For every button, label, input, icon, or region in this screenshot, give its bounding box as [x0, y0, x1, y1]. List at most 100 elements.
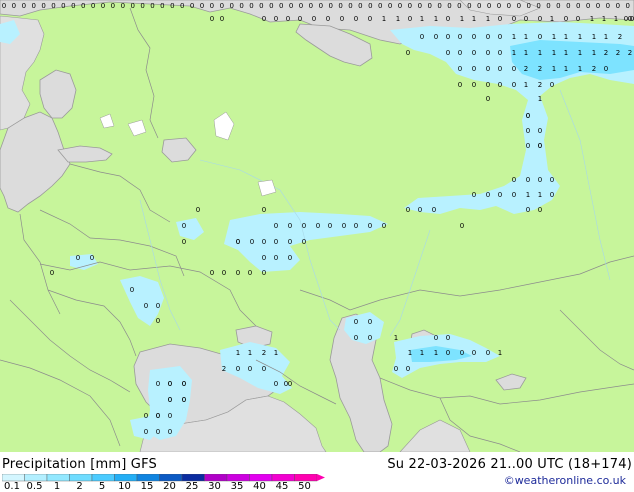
precip-value-label: 0 [354, 15, 358, 23]
precip-value-label: 0 [538, 176, 542, 184]
credit-link[interactable]: ©weatheronline.co.uk [504, 474, 626, 487]
precip-value-label: 0 [288, 238, 292, 246]
precip-value-label: 0 [458, 65, 462, 73]
precip-value-label: 0 [446, 49, 450, 57]
precip-value-label: 0 [458, 81, 462, 89]
precip-value-label: 0 [378, 2, 382, 10]
precip-value-label: 0 [319, 2, 323, 10]
precip-value-label: 0 [338, 2, 342, 10]
precip-value-label: 0 [220, 15, 224, 23]
precip-value-label: 0 [222, 269, 226, 277]
precip-value-label: 2 [262, 349, 266, 357]
precip-value-label: 0 [180, 2, 184, 10]
precip-value-label: 0 [368, 318, 372, 326]
precip-value-label: 0 [302, 238, 306, 246]
precip-value-label: 0 [486, 349, 490, 357]
precip-value-label: 0 [472, 65, 476, 73]
precip-value-label: 1 [592, 49, 596, 57]
precip-value-label: 0 [196, 206, 200, 214]
precip-value-label: 1 [524, 81, 528, 89]
precip-value-label: 0 [274, 238, 278, 246]
precip-value-label: 0 [279, 2, 283, 10]
precip-value-label: 0 [144, 412, 148, 420]
precip-value-label: 0 [486, 191, 490, 199]
precip-value-label: 0 [182, 238, 186, 246]
precip-value-label: 0 [507, 2, 511, 10]
precip-value-label: 0 [427, 2, 431, 10]
precip-value-label: 0 [408, 15, 412, 23]
precip-value-label: 0 [182, 396, 186, 404]
precip-value-label: 1 [394, 334, 398, 342]
precip-value-label: 0 [71, 2, 75, 10]
map-title: Precipitation [mm] GFS [2, 457, 157, 472]
precip-value-label: 0 [418, 206, 422, 214]
precip-value-label: 1 [460, 15, 464, 23]
precip-value-label: 0 [354, 334, 358, 342]
legend-arrow [317, 474, 325, 481]
legend-swatch [136, 474, 160, 482]
precip-value-label: 1 [420, 349, 424, 357]
precip-value-label: 0 [249, 2, 253, 10]
precip-value-label: 0 [200, 2, 204, 10]
precip-value-label: 0 [354, 318, 358, 326]
precip-value-label: 0 [41, 2, 45, 10]
precip-value-label: 0 [576, 2, 580, 10]
precip-value-label: 0 [472, 191, 476, 199]
precip-value-label: 0 [576, 15, 580, 23]
precip-value-label: 1 [578, 65, 582, 73]
precip-value-label: 1 [512, 33, 516, 41]
precip-value-label: 0 [12, 2, 16, 10]
legend-tick-label: 2 [76, 481, 83, 492]
precip-value-label: 0 [460, 349, 464, 357]
precip-value-label: 1 [564, 33, 568, 41]
precip-value-label: 0 [50, 269, 54, 277]
precip-value-label: 0 [446, 334, 450, 342]
precip-value-label: 0 [368, 2, 372, 10]
precip-value-label: 0 [437, 2, 441, 10]
legend-tick-label: 10 [118, 481, 131, 492]
precip-value-label: 0 [269, 2, 273, 10]
precip-value-label: 0 [90, 254, 94, 262]
precip-value-label: 1 [578, 33, 582, 41]
precip-value-label: 0 [210, 2, 214, 10]
precip-value-label: 1 [526, 191, 530, 199]
precipitation-map: 0000000000000000000000000000000000000000… [0, 0, 634, 452]
precip-value-label: 0 [498, 65, 502, 73]
precip-value-label: 0 [262, 206, 266, 214]
precip-value-label: 0 [144, 302, 148, 310]
precip-value-label: 0 [168, 380, 172, 388]
legend-tick-label: 25 [185, 481, 199, 492]
precip-value-label: 0 [342, 222, 346, 230]
precip-value-label: 0 [406, 365, 410, 373]
precip-value-label: 0 [274, 222, 278, 230]
precip-value-label: 1 [396, 15, 400, 23]
precip-value-label: 0 [262, 254, 266, 262]
precip-value-label: 0 [447, 2, 451, 10]
precip-value-label: 0 [340, 15, 344, 23]
precip-value-label: 0 [326, 15, 330, 23]
precip-value-label: 0 [517, 2, 521, 10]
precip-value-label: 0 [538, 33, 542, 41]
precip-value-label: 0 [434, 33, 438, 41]
precip-value-label: 0 [616, 2, 620, 10]
precip-value-label: 0 [312, 15, 316, 23]
legend-tick-label: 20 [163, 481, 176, 492]
precip-value-label: 0 [316, 222, 320, 230]
precip-value-label: 0 [526, 127, 530, 135]
precip-value-label: 1 [524, 49, 528, 57]
precip-value-label: 0 [538, 15, 542, 23]
precip-value-label: 0 [31, 2, 35, 10]
precip-value-label: 0 [498, 49, 502, 57]
precip-value-label: 2 [222, 365, 226, 373]
precip-value-label: 0 [328, 222, 332, 230]
precip-value-label: 2 [628, 49, 632, 57]
precip-value-label: 0 [2, 2, 6, 10]
legend-swatch [69, 474, 93, 482]
precip-value-label: 0 [434, 334, 438, 342]
precip-value-label: 0 [182, 222, 186, 230]
precip-value-label: 0 [76, 254, 80, 262]
precip-value-label: 0 [596, 2, 600, 10]
precip-value-label: 0 [398, 2, 402, 10]
legend-swatch [46, 474, 70, 482]
precip-value-label: 0 [248, 269, 252, 277]
